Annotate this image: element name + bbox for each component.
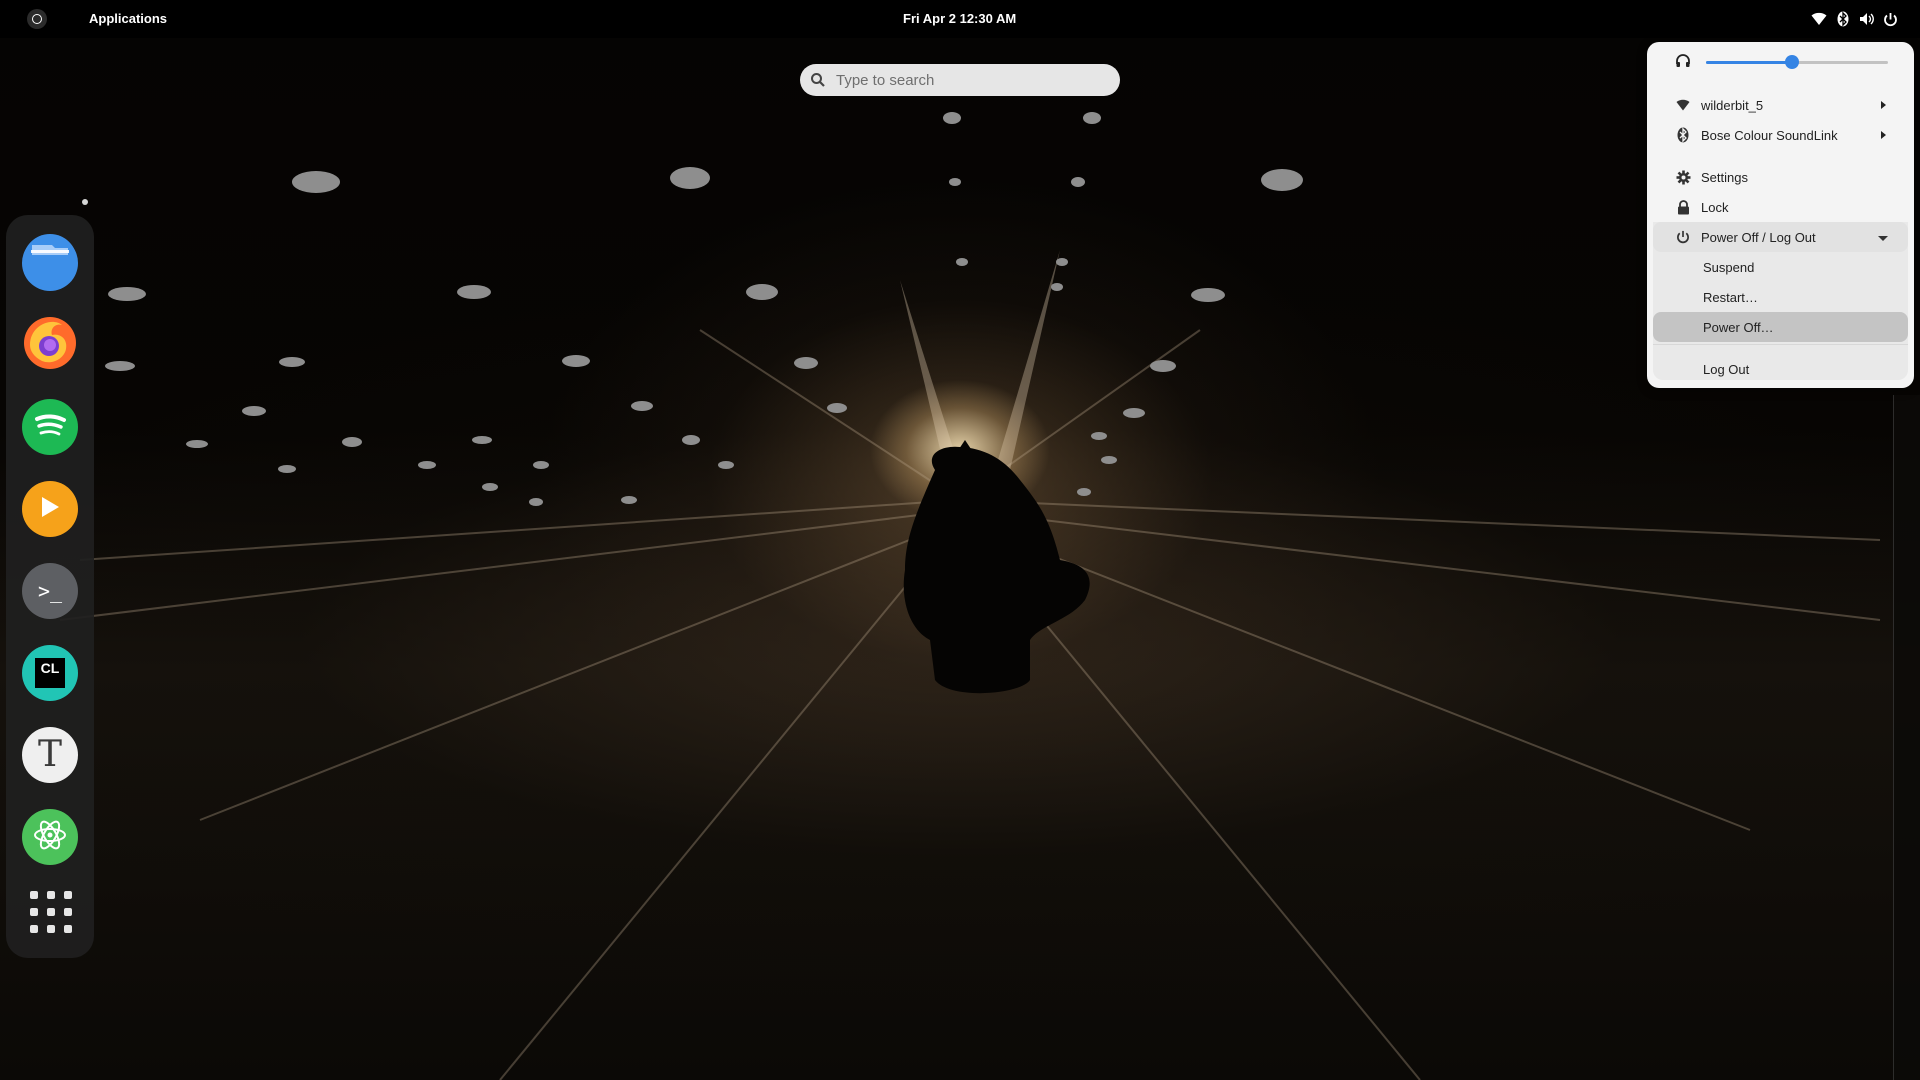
atom-icon xyxy=(31,816,69,859)
power-icon xyxy=(1882,11,1899,28)
window-edge xyxy=(1893,395,1920,1080)
text-editor-icon: T xyxy=(37,734,62,775)
power-label: Power Off / Log Out xyxy=(1701,230,1816,245)
dock-item-clion[interactable]: CL xyxy=(22,645,78,701)
dock-item-firefox[interactable] xyxy=(22,315,78,376)
divider xyxy=(1653,344,1908,345)
dock-item-terminal[interactable]: >_ xyxy=(22,563,78,619)
chevron-down-icon xyxy=(1878,236,1888,241)
app-grid-icon[interactable] xyxy=(30,891,72,933)
submenu-item-power-off[interactable]: Power Off… xyxy=(1653,312,1908,342)
settings-label: Settings xyxy=(1701,170,1748,185)
dock-item-video-player[interactable] xyxy=(22,481,78,537)
system-tray[interactable] xyxy=(1810,6,1920,32)
terminal-icon: >_ xyxy=(37,579,63,603)
volume-slider[interactable] xyxy=(1706,55,1888,69)
dock: >_ CL T xyxy=(6,215,94,958)
lock-label: Lock xyxy=(1701,200,1729,215)
wifi-icon xyxy=(1675,97,1691,113)
dock-item-text-editor[interactable]: T xyxy=(22,727,78,783)
bluetooth-icon xyxy=(1834,11,1851,28)
top-bar: Applications Fri Apr 2 12:30 AM xyxy=(0,0,1920,38)
dock-item-atom[interactable] xyxy=(22,809,78,865)
submenu-item-suspend[interactable]: Suspend xyxy=(1653,252,1908,282)
volume-icon xyxy=(1858,11,1875,28)
applications-menu[interactable]: Applications xyxy=(89,11,167,26)
bluetooth-device-label: Bose Colour SoundLink xyxy=(1701,128,1838,143)
wifi-icon xyxy=(1810,11,1827,28)
clion-icon: CL xyxy=(35,658,65,688)
search-box[interactable] xyxy=(800,64,1120,96)
bluetooth-icon xyxy=(1675,127,1691,143)
circle-icon xyxy=(32,14,42,24)
menu-item-power[interactable]: Power Off / Log Out xyxy=(1653,222,1908,252)
activities-button[interactable] xyxy=(27,9,47,29)
wallpaper xyxy=(0,0,1920,1080)
menu-item-lock[interactable]: Lock xyxy=(1653,192,1908,222)
restart-label: Restart… xyxy=(1703,290,1758,305)
spotify-icon xyxy=(30,405,70,450)
log-out-label: Log Out xyxy=(1703,362,1750,377)
folder-icon xyxy=(22,233,78,294)
submenu-item-restart[interactable]: Restart… xyxy=(1653,282,1908,312)
dock-item-files[interactable] xyxy=(22,233,78,294)
clock[interactable]: Fri Apr 2 12:30 AM xyxy=(903,11,1016,26)
menu-item-wifi[interactable]: wilderbit_5 xyxy=(1653,90,1908,120)
volume-fill xyxy=(1706,61,1792,64)
search-input[interactable] xyxy=(834,70,1098,90)
wifi-network-label: wilderbit_5 xyxy=(1701,98,1764,113)
suspend-label: Suspend xyxy=(1703,260,1755,275)
play-icon xyxy=(39,495,61,524)
firefox-icon xyxy=(22,315,78,376)
system-menu: wilderbit_5 Bose Colour SoundLink Settin… xyxy=(1647,42,1914,388)
volume-slider-handle[interactable] xyxy=(1784,55,1799,69)
dock-item-spotify[interactable] xyxy=(22,399,78,455)
menu-item-settings[interactable]: Settings xyxy=(1653,162,1908,192)
submenu-item-log-out[interactable]: Log Out xyxy=(1653,354,1908,384)
chevron-right-icon xyxy=(1881,101,1886,109)
power-off-label: Power Off… xyxy=(1703,320,1774,335)
chevron-right-icon xyxy=(1881,131,1886,139)
search-icon xyxy=(810,72,826,88)
lock-icon xyxy=(1675,199,1691,215)
desktop: Applications Fri Apr 2 12:30 AM Type to … xyxy=(0,0,1920,1080)
gear-icon xyxy=(1675,169,1691,185)
menu-item-bluetooth[interactable]: Bose Colour SoundLink xyxy=(1653,120,1908,150)
headphones-icon xyxy=(1675,53,1691,69)
running-indicator xyxy=(82,199,88,205)
power-icon xyxy=(1675,229,1691,245)
